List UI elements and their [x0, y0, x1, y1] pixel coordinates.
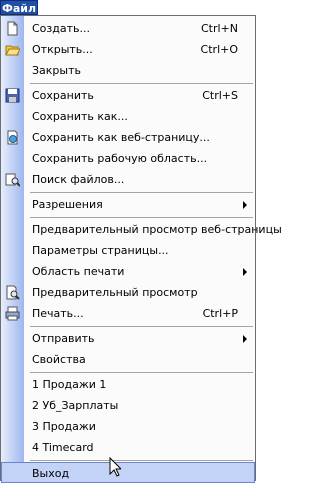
menu-item-label: Отправить: [32, 332, 95, 345]
menu-item-save-as-web[interactable]: Сохранить как веб-страницу...: [1, 127, 255, 148]
save-disk-icon: [5, 88, 20, 103]
menu-item-label: Поиск файлов...: [32, 173, 125, 186]
menu-item-send[interactable]: Отправить: [1, 328, 255, 349]
menu-item-print-preview[interactable]: Предварительный просмотр: [1, 282, 255, 303]
menu-separator: [30, 217, 253, 218]
menu-item-label: 4 Timecard: [32, 441, 94, 454]
new-document-icon: [5, 21, 20, 36]
menu-item-label: Сохранить: [32, 89, 94, 102]
menu-item-label: Сохранить как веб-страницу...: [32, 131, 210, 144]
menu-item-label: Разрешения: [32, 198, 103, 211]
open-folder-icon: [5, 42, 21, 57]
menu-item-save-as[interactable]: Сохранить как...: [1, 106, 255, 127]
menu-separator: [30, 326, 253, 327]
menu-item-label: Сохранить как...: [32, 110, 128, 123]
menu-item-label: 1 Продажи 1: [32, 378, 107, 391]
mouse-pointer-icon: [109, 456, 123, 480]
menu-item-label: Параметры страницы...: [32, 244, 169, 257]
file-dropdown-menu: Создать... Ctrl+N Открыть... Ctrl+O Закр…: [0, 15, 282, 483]
recent-file-3[interactable]: 3 Продажи: [1, 416, 255, 437]
menu-separator: [30, 83, 253, 84]
web-page-icon: [5, 130, 20, 145]
menu-item-save[interactable]: Сохранить Ctrl+S: [1, 85, 255, 106]
file-search-icon: [5, 172, 21, 187]
print-preview-icon: [5, 285, 20, 300]
menu-item-label: Печать...: [32, 307, 84, 320]
menu-item-page-setup[interactable]: Параметры страницы...: [1, 240, 255, 261]
menu-item-label: Создать...: [32, 22, 90, 35]
menu-item-print-area[interactable]: Область печати: [1, 261, 255, 282]
printer-icon: [5, 306, 20, 321]
menu-item-open[interactable]: Открыть... Ctrl+O: [1, 39, 255, 60]
menu-item-exit[interactable]: Выход: [1, 462, 255, 483]
menu-item-shortcut: Ctrl+N: [200, 22, 238, 35]
menu-item-label: Закрыть: [32, 64, 81, 77]
menu-separator: [30, 192, 253, 193]
submenu-arrow-icon: [243, 335, 247, 343]
menu-item-save-workspace[interactable]: Сохранить рабочую область...: [1, 148, 255, 169]
menu-separator: [30, 372, 253, 373]
menu-item-label: Свойства: [32, 353, 86, 366]
menu-item-permissions[interactable]: Разрешения: [1, 194, 255, 215]
menu-item-file-search[interactable]: Поиск файлов...: [1, 169, 255, 190]
menu-item-shortcut: Ctrl+O: [200, 43, 238, 56]
recent-file-1[interactable]: 1 Продажи 1: [1, 374, 255, 395]
menu-item-web-preview[interactable]: Предварительный просмотр веб-страницы: [1, 219, 282, 240]
menu-item-shortcut: Ctrl+S: [202, 89, 238, 102]
menu-item-label: Открыть...: [32, 43, 93, 56]
submenu-arrow-icon: [243, 201, 247, 209]
file-menu-tab[interactable]: Файл: [0, 0, 38, 15]
menu-item-label: Предварительный просмотр: [32, 286, 198, 299]
menu-item-shortcut: Ctrl+P: [202, 307, 238, 320]
menu-item-properties[interactable]: Свойства: [1, 349, 255, 370]
menu-item-label: 2 Уб_Зарплаты: [32, 399, 119, 412]
recent-file-4[interactable]: 4 Timecard: [1, 437, 255, 458]
menu-item-print[interactable]: Печать... Ctrl+P: [1, 303, 255, 324]
recent-file-2[interactable]: 2 Уб_Зарплаты: [1, 395, 255, 416]
menu-item-label: Предварительный просмотр веб-страницы: [32, 223, 282, 236]
menu-item-close[interactable]: Закрыть: [1, 60, 255, 81]
menu-item-label: 3 Продажи: [32, 420, 96, 433]
menu-separator: [30, 460, 253, 461]
submenu-arrow-icon: [243, 268, 247, 276]
menu-item-label: Сохранить рабочую область...: [32, 152, 208, 165]
menu-item-label: Область печати: [32, 265, 125, 278]
menu-item-new[interactable]: Создать... Ctrl+N: [1, 18, 255, 39]
